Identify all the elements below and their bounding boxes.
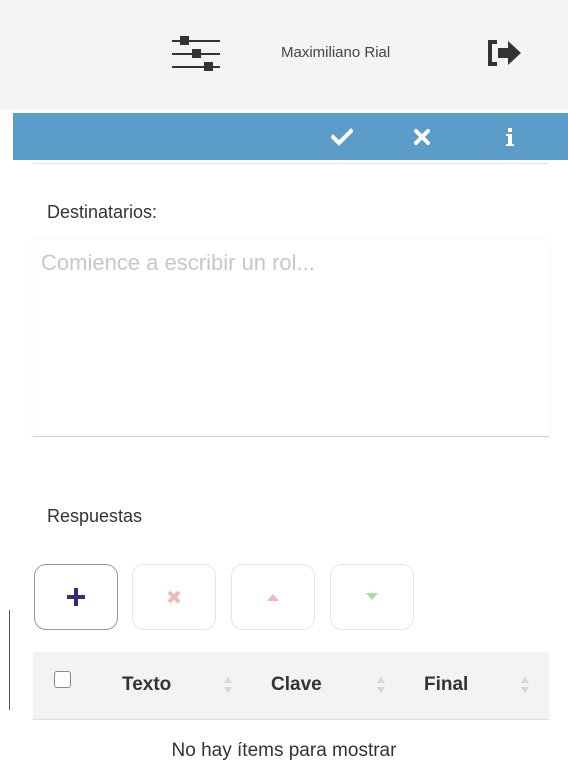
caret-up-icon	[267, 594, 279, 601]
sliders-icon[interactable]	[170, 34, 224, 74]
column-final[interactable]: Final	[424, 674, 468, 696]
action-bar	[13, 113, 568, 160]
page: Maximiliano Rial Destinatarios: Comience…	[0, 0, 568, 784]
recipients-input[interactable]	[41, 250, 531, 276]
scroll-edge	[9, 610, 10, 710]
top-header: Maximiliano Rial	[0, 0, 568, 110]
sign-out-icon[interactable]	[484, 36, 524, 70]
answers-table-header: Texto Clave Final	[33, 652, 549, 720]
divider	[33, 163, 548, 164]
sort-icon[interactable]	[520, 674, 530, 696]
column-texto[interactable]: Texto	[122, 674, 171, 696]
check-icon[interactable]	[329, 125, 355, 149]
select-all-checkbox[interactable]	[54, 671, 71, 688]
recipients-label: Destinatarios:	[47, 202, 158, 222]
column-clave[interactable]: Clave	[271, 674, 322, 696]
remove-answer-button[interactable]	[132, 564, 216, 630]
plus-icon	[67, 588, 85, 606]
sort-icon[interactable]	[223, 674, 233, 696]
empty-table-message: No hay ítems para mostrar	[171, 740, 397, 761]
close-icon[interactable]	[409, 125, 435, 149]
user-name[interactable]: Maximiliano Rial	[281, 44, 390, 61]
recipients-box[interactable]	[33, 240, 549, 437]
caret-down-icon	[366, 593, 378, 600]
info-icon[interactable]	[497, 125, 523, 149]
move-down-button[interactable]	[330, 564, 414, 630]
sort-icon[interactable]	[376, 674, 386, 696]
add-answer-button[interactable]	[34, 564, 118, 630]
answers-label: Respuestas	[47, 506, 143, 526]
move-up-button[interactable]	[231, 564, 315, 630]
close-icon	[167, 590, 181, 604]
